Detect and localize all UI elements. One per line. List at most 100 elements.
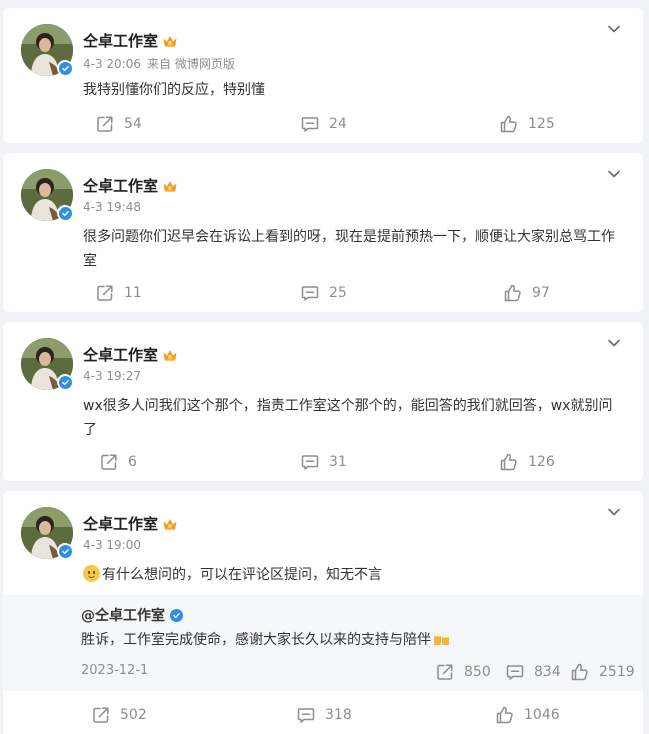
thumbs-up-icon <box>499 114 519 134</box>
repost-button[interactable]: 54 <box>95 109 142 139</box>
comment-icon <box>300 452 320 472</box>
like-button[interactable]: 97 <box>503 278 550 308</box>
thumbs-up-icon <box>499 452 519 472</box>
thumbs-up-icon <box>495 705 515 725</box>
author-name-text[interactable]: 仝卓工作室 <box>83 175 158 196</box>
post-meta: 4-3 19:27 <box>83 369 141 383</box>
post-actions: 6 31 126 <box>3 447 643 477</box>
post-meta: 4-3 19:00 <box>83 538 141 552</box>
repost-icon <box>91 705 111 725</box>
post-meta: 4-3 20:06 来自 微博网页版 <box>83 55 235 72</box>
comment-icon <box>505 662 525 682</box>
crown-icon <box>162 517 178 531</box>
retweet-repost-count: 850 <box>464 664 491 680</box>
author-name[interactable]: 仝卓工作室 <box>83 513 178 534</box>
repost-count: 502 <box>120 707 147 723</box>
post-time[interactable]: 4-3 19:00 <box>83 538 141 552</box>
verified-check-icon <box>57 60 73 76</box>
post-text: 很多问题你们迟早会在诉讼上看到的呀，现在是提前预热一下，顺便让大家别总骂工作室 <box>83 229 615 269</box>
comment-button[interactable]: 25 <box>300 278 347 308</box>
repost-button[interactable]: 502 <box>91 700 147 730</box>
smile-emoji-icon <box>83 565 100 582</box>
verified-check-icon <box>169 608 184 623</box>
retweet-box[interactable]: @仝卓工作室 胜诉，工作室完成使命，感谢大家长久以来的支持与陪伴 2023-12… <box>3 595 643 691</box>
retweet-like-button[interactable]: 2519 <box>570 657 635 687</box>
chevron-down-icon[interactable] <box>607 22 621 36</box>
author-name[interactable]: 仝卓工作室 <box>83 30 178 51</box>
post-header: 仝卓工作室 4-3 19:00 <box>21 507 621 563</box>
retweet-author[interactable]: @仝卓工作室 <box>81 605 184 625</box>
author-name-text[interactable]: 仝卓工作室 <box>83 344 158 365</box>
like-button[interactable]: 1046 <box>495 700 560 730</box>
retweet-text: 胜诉，工作室完成使命，感谢大家长久以来的支持与陪伴 <box>81 632 431 648</box>
retweet-author-text[interactable]: @仝卓工作室 <box>81 605 165 625</box>
post-meta: 4-3 19:48 <box>83 200 141 214</box>
repost-button[interactable]: 6 <box>99 447 137 477</box>
crown-icon <box>162 179 178 193</box>
repost-button[interactable]: 11 <box>95 278 142 308</box>
crown-icon <box>162 348 178 362</box>
chevron-down-icon[interactable] <box>607 505 621 519</box>
post-text-row: 有什么想问的，可以在评论区提问，知无不言 <box>83 563 621 587</box>
post-actions: 54 24 125 <box>3 109 643 139</box>
repost-icon <box>95 283 115 303</box>
like-count: 126 <box>528 454 555 470</box>
like-button[interactable]: 126 <box>499 447 555 477</box>
comment-button[interactable]: 318 <box>296 700 352 730</box>
post-text: 我特别懂你们的反应，特别懂 <box>83 82 265 98</box>
post-card: 仝卓工作室 4-3 19:00 有什么想问的，可以在评论区提问，知无不言 @仝卓… <box>3 491 643 734</box>
author-name-text[interactable]: 仝卓工作室 <box>83 30 158 51</box>
weibo-feed: 仝卓工作室 4-3 20:06 来自 微博网页版 我特别懂你们的反应，特别懂 54… <box>0 0 649 734</box>
post-time[interactable]: 4-3 19:27 <box>83 369 141 383</box>
post-text: wx很多人问我们这个那个，指责工作室这个那个的，能回答的我们就回答，wx就别问了 <box>83 398 613 438</box>
retweet-repost-button[interactable]: 850 <box>435 657 491 687</box>
like-count: 1046 <box>524 707 560 723</box>
retweet-comment-count: 834 <box>534 664 561 680</box>
verified-check-icon <box>57 374 73 390</box>
post-card: 仝卓工作室 4-3 20:06 来自 微博网页版 我特别懂你们的反应，特别懂 54… <box>3 8 643 143</box>
comment-button[interactable]: 31 <box>300 447 347 477</box>
repost-icon <box>95 114 115 134</box>
post-actions: 11 25 97 <box>3 278 643 308</box>
comment-button[interactable]: 24 <box>300 109 347 139</box>
comment-count: 24 <box>329 116 347 132</box>
retweet-comment-button[interactable]: 834 <box>505 657 561 687</box>
post-time[interactable]: 4-3 19:48 <box>83 200 141 214</box>
post-text: 有什么想问的，可以在评论区提问，知无不言 <box>102 567 382 583</box>
comment-icon <box>296 705 316 725</box>
beer-emoji-icon <box>434 633 449 645</box>
retweet-like-count: 2519 <box>599 664 635 680</box>
repost-count: 11 <box>124 285 142 301</box>
post-time[interactable]: 4-3 20:06 <box>83 57 141 71</box>
repost-count: 6 <box>128 454 137 470</box>
verified-check-icon <box>57 543 73 559</box>
comment-count: 318 <box>325 707 352 723</box>
comment-count: 31 <box>329 454 347 470</box>
like-count: 125 <box>528 116 555 132</box>
post-header: 仝卓工作室 4-3 19:48 <box>21 169 621 225</box>
repost-count: 54 <box>124 116 142 132</box>
author-name[interactable]: 仝卓工作室 <box>83 175 178 196</box>
chevron-down-icon[interactable] <box>607 167 621 181</box>
like-count: 97 <box>532 285 550 301</box>
retweet-text-row: 胜诉，工作室完成使命，感谢大家长久以来的支持与陪伴 <box>81 629 451 649</box>
repost-icon <box>99 452 119 472</box>
crown-icon <box>162 34 178 48</box>
author-name-text[interactable]: 仝卓工作室 <box>83 513 158 534</box>
post-source: 来自 微博网页版 <box>147 57 235 71</box>
thumbs-up-icon <box>570 662 590 682</box>
like-button[interactable]: 125 <box>499 109 555 139</box>
verified-check-icon <box>57 205 73 221</box>
post-header: 仝卓工作室 4-3 19:27 <box>21 338 621 394</box>
repost-icon <box>435 662 455 682</box>
post-card: 仝卓工作室 4-3 19:27 wx很多人问我们这个那个，指责工作室这个那个的，… <box>3 322 643 481</box>
post-header: 仝卓工作室 4-3 20:06 来自 微博网页版 <box>21 24 621 80</box>
chevron-down-icon[interactable] <box>607 336 621 350</box>
comment-icon <box>300 283 320 303</box>
comment-icon <box>300 114 320 134</box>
post-card: 仝卓工作室 4-3 19:48 很多问题你们迟早会在诉讼上看到的呀，现在是提前预… <box>3 153 643 312</box>
comment-count: 25 <box>329 285 347 301</box>
retweet-actions: 850 834 2519 <box>3 657 643 687</box>
author-name[interactable]: 仝卓工作室 <box>83 344 178 365</box>
post-actions: 502 318 1046 <box>3 700 643 730</box>
